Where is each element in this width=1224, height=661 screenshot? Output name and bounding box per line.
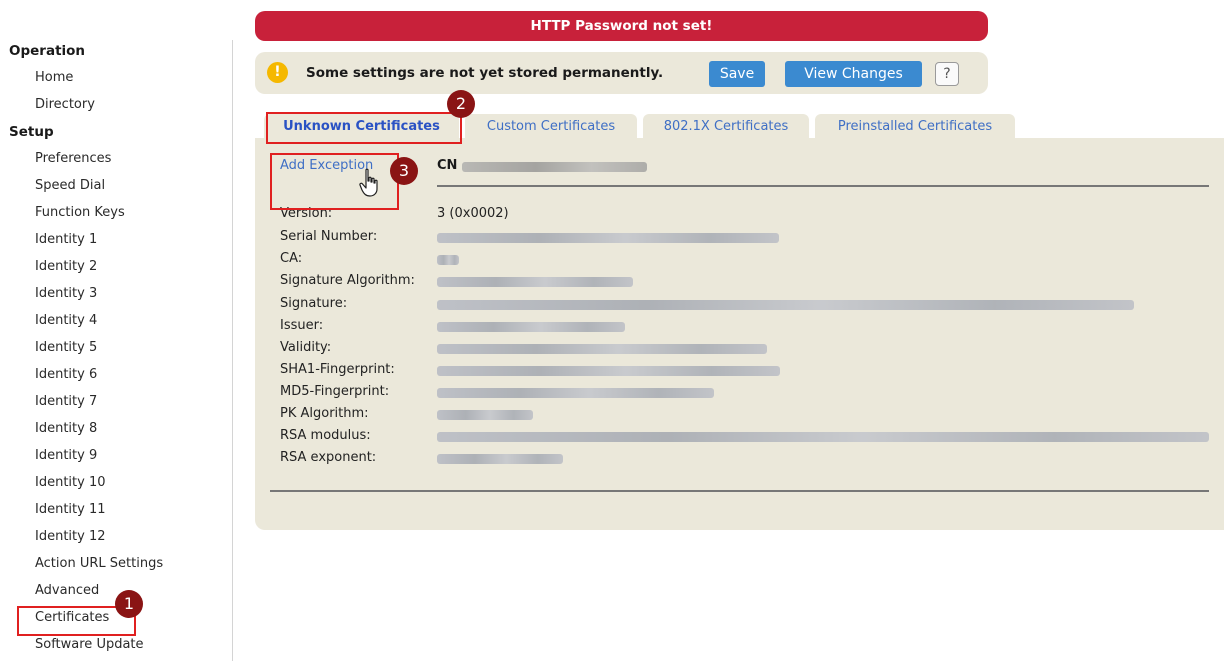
field-label-serial-number: Serial Number: [280, 229, 378, 244]
annotation-badge-1: 1 [115, 590, 143, 618]
annotation-box-unknown-tab [266, 112, 462, 144]
field-label-signature-algorithm: Signature Algorithm: [280, 273, 415, 288]
http-password-alert: HTTP Password not set! [255, 11, 988, 41]
sidebar-item-speed-dial[interactable]: Speed Dial [0, 175, 232, 202]
divider-top [437, 185, 1209, 187]
field-label-validity: Validity: [280, 340, 332, 355]
field-label-rsa-exponent: RSA exponent: [280, 450, 377, 465]
sidebar-item-identity-2[interactable]: Identity 2 [0, 256, 232, 283]
help-button[interactable]: ? [935, 62, 959, 86]
view-changes-button[interactable]: View Changes [785, 61, 922, 87]
field-value-ca-redacted [437, 255, 459, 265]
sidebar-item-home[interactable]: Home [0, 67, 232, 94]
field-label-ca: CA: [280, 251, 303, 266]
field-label-signature: Signature: [280, 296, 348, 311]
sidebar-item-identity-8[interactable]: Identity 8 [0, 418, 232, 445]
tab-preinstalled-certificates[interactable]: Preinstalled Certificates [815, 114, 1015, 138]
sidebar-item-identity-11[interactable]: Identity 11 [0, 499, 232, 526]
sidebar-heading-operation: Operation [9, 43, 86, 59]
sidebar-item-identity-6[interactable]: Identity 6 [0, 364, 232, 391]
field-value-version: 3 (0x0002) [437, 206, 509, 221]
sidebar-item-preferences[interactable]: Preferences [0, 148, 232, 175]
field-value-validity-redacted [437, 344, 767, 354]
field-value-signature-algorithm-redacted [437, 277, 633, 287]
field-value-issuer-redacted [437, 322, 625, 332]
sidebar-item-identity-4[interactable]: Identity 4 [0, 310, 232, 337]
annotation-badge-2: 2 [447, 90, 475, 118]
sidebar-item-identity-10[interactable]: Identity 10 [0, 472, 232, 499]
sidebar-item-identity-12[interactable]: Identity 12 [0, 526, 232, 553]
unsaved-settings-notice: ! Some settings are not yet stored perma… [255, 52, 988, 94]
field-value-md5-fingerprint-redacted [437, 388, 714, 398]
sidebar-item-identity-7[interactable]: Identity 7 [0, 391, 232, 418]
annotation-badge-3: 3 [390, 157, 418, 185]
notice-text: Some settings are not yet stored permane… [306, 65, 664, 81]
certificate-panel [255, 138, 1224, 530]
field-value-sha1-fingerprint-redacted [437, 366, 780, 376]
field-value-signature-redacted [437, 300, 1134, 310]
field-value-serial-number-redacted [437, 233, 779, 243]
hand-cursor-icon [359, 168, 378, 197]
field-label-issuer: Issuer: [280, 318, 324, 333]
sidebar-item-identity-9[interactable]: Identity 9 [0, 445, 232, 472]
sidebar-heading-setup: Setup [9, 124, 54, 140]
sidebar-item-action-url-settings[interactable]: Action URL Settings [0, 553, 232, 580]
field-label-rsa-modulus: RSA modulus: [280, 428, 371, 443]
field-label-sha1-fingerprint: SHA1-Fingerprint: [280, 362, 395, 377]
tab-custom-certificates[interactable]: Custom Certificates [465, 114, 637, 138]
field-value-rsa-modulus-redacted [437, 432, 1209, 442]
tab-8021x-certificates[interactable]: 802.1X Certificates [643, 114, 809, 138]
warning-icon: ! [267, 62, 288, 83]
field-value-rsa-exponent-redacted [437, 454, 563, 464]
field-value-pk-algorithm-redacted [437, 410, 533, 420]
sidebar-item-directory[interactable]: Directory [0, 94, 232, 121]
divider-bottom [270, 490, 1209, 492]
sidebar-item-identity-3[interactable]: Identity 3 [0, 283, 232, 310]
sidebar-nav: Operation Home Directory Setup Preferenc… [0, 40, 232, 661]
sidebar-item-identity-1[interactable]: Identity 1 [0, 229, 232, 256]
sidebar-item-software-update[interactable]: Software Update [0, 634, 232, 661]
sidebar-item-function-keys[interactable]: Function Keys [0, 202, 232, 229]
cn-value-redacted [462, 162, 647, 172]
cn-label: CN [437, 158, 458, 173]
sidebar-divider [232, 40, 233, 661]
field-label-pk-algorithm: PK Algorithm: [280, 406, 369, 421]
save-button[interactable]: Save [709, 61, 765, 87]
sidebar-item-identity-5[interactable]: Identity 5 [0, 337, 232, 364]
field-label-md5-fingerprint: MD5-Fingerprint: [280, 384, 390, 399]
